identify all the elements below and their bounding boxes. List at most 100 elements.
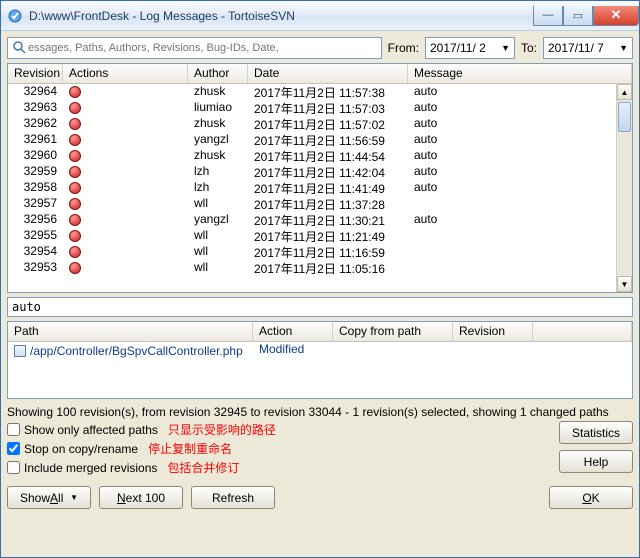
cell-message: auto — [408, 84, 632, 100]
ok-button[interactable]: OK — [549, 486, 633, 509]
to-date-picker[interactable]: 2017/11/ 7 ▼ — [543, 37, 633, 59]
cell-author: liumiao — [188, 100, 248, 116]
cell-revision: 32956 — [8, 212, 63, 228]
cell-actions — [63, 116, 188, 132]
cell-message — [408, 196, 632, 212]
cell-message: auto — [408, 132, 632, 148]
cell-message — [408, 244, 632, 260]
revision-grid-body[interactable]: ▲ ▼ 32964zhusk2017年11月2日 11:57:38auto329… — [8, 84, 632, 292]
table-row[interactable]: 32953 wll2017年11月2日 11:05:16 — [8, 260, 632, 276]
table-row[interactable]: 32959lzh2017年11月2日 11:42:04auto — [8, 164, 632, 180]
cell-author: wll — [188, 260, 248, 276]
annotation-affected: 只显示受影响的路径 — [168, 421, 276, 438]
minimize-button[interactable]: — — [533, 6, 563, 26]
close-button[interactable]: ✕ — [593, 6, 639, 26]
revision-grid: Revision Actions Author Date Message ▲ ▼… — [7, 63, 633, 293]
paths-grid-body[interactable]: /app/Controller/BgSpvCallController.phpM… — [8, 342, 632, 398]
cell-author: yangzl — [188, 132, 248, 148]
table-row[interactable]: 32955wll2017年11月2日 11:21:49 — [8, 228, 632, 244]
cell-revision: 32957 — [8, 196, 63, 212]
table-row[interactable]: 32963liumiao2017年11月2日 11:57:03auto — [8, 100, 632, 116]
cell-date: 2017年11月2日 11:05:16 — [248, 260, 408, 276]
table-row[interactable]: 32954 wll2017年11月2日 11:16:59 — [8, 244, 632, 260]
check-merged[interactable]: Include merged revisions 包括合并修订 — [7, 459, 276, 476]
col-header-path[interactable]: Path — [8, 322, 253, 341]
from-date-picker[interactable]: 2017/11/ 2 ▼ — [425, 37, 515, 59]
cell-path-rev — [453, 342, 533, 360]
revision-grid-header: Revision Actions Author Date Message — [8, 64, 632, 84]
modified-icon — [69, 86, 81, 98]
col-header-action[interactable]: Action — [253, 322, 333, 341]
cell-date: 2017年11月2日 11:16:59 — [248, 244, 408, 260]
filter-bar: From: 2017/11/ 2 ▼ To: 2017/11/ 7 ▼ — [7, 37, 633, 59]
right-button-column: Statistics Help — [559, 421, 633, 473]
cell-date: 2017年11月2日 11:57:38 — [248, 84, 408, 100]
col-header-actions[interactable]: Actions — [63, 64, 188, 83]
search-box[interactable] — [7, 37, 382, 59]
refresh-button[interactable]: Refresh — [191, 486, 275, 509]
col-header-copyfrom[interactable]: Copy from path — [333, 322, 453, 341]
cell-path: /app/Controller/BgSpvCallController.php — [8, 342, 253, 360]
check-affected-label: Show only affected paths — [24, 423, 158, 437]
window-buttons: — ▭ ✕ — [533, 6, 639, 26]
col-header-pathrev[interactable]: Revision — [453, 322, 533, 341]
commit-message[interactable]: auto — [7, 297, 633, 317]
scrollbar-vertical[interactable]: ▲ ▼ — [616, 84, 632, 292]
check-column: Show only affected paths 只显示受影响的路径 Stop … — [7, 421, 276, 476]
scroll-thumb[interactable] — [618, 102, 631, 132]
cell-actions — [63, 196, 188, 212]
cell-revision: 32955 — [8, 228, 63, 244]
statistics-button[interactable]: Statistics — [559, 421, 633, 444]
cell-date: 2017年11月2日 11:21:49 — [248, 228, 408, 244]
chevron-down-icon: ▼ — [501, 43, 510, 53]
cell-actions — [63, 228, 188, 244]
table-row[interactable]: 32958lzh2017年11月2日 11:41:49auto — [8, 180, 632, 196]
cell-actions — [63, 132, 188, 148]
table-row[interactable]: 32961yangzl2017年11月2日 11:56:59auto — [8, 132, 632, 148]
help-button[interactable]: Help — [559, 450, 633, 473]
annotation-merged: 包括合并修订 — [167, 459, 239, 476]
cell-path-action: Modified — [253, 342, 333, 360]
content-area: From: 2017/11/ 2 ▼ To: 2017/11/ 7 ▼ Revi… — [1, 31, 639, 557]
check-merged-label: Include merged revisions — [24, 461, 157, 475]
checkbox-merged[interactable] — [7, 461, 20, 474]
col-header-message[interactable]: Message — [408, 64, 632, 83]
cell-message: auto — [408, 212, 632, 228]
cell-actions — [63, 244, 188, 260]
next-100-button[interactable]: Next 100 — [99, 486, 183, 509]
table-row[interactable]: 32957wll2017年11月2日 11:37:28 — [8, 196, 632, 212]
modified-icon — [69, 198, 81, 210]
search-input[interactable] — [26, 41, 377, 55]
cell-revision: 32953 — [8, 260, 63, 276]
checkbox-stop[interactable] — [7, 442, 20, 455]
maximize-button[interactable]: ▭ — [563, 6, 593, 26]
status-text: Showing 100 revision(s), from revision 3… — [7, 405, 633, 419]
table-row[interactable]: 32964zhusk2017年11月2日 11:57:38auto — [8, 84, 632, 100]
col-header-date[interactable]: Date — [248, 64, 408, 83]
table-row[interactable]: 32956yangzl2017年11月2日 11:30:21auto — [8, 212, 632, 228]
modified-icon — [69, 134, 81, 146]
table-row[interactable]: 32960zhusk2017年11月2日 11:44:54auto — [8, 148, 632, 164]
scroll-up-button[interactable]: ▲ — [617, 84, 632, 100]
scroll-down-button[interactable]: ▼ — [617, 276, 632, 292]
col-header-revision[interactable]: Revision — [8, 64, 63, 83]
app-icon — [7, 8, 23, 24]
cell-message — [408, 260, 632, 276]
col-header-author[interactable]: Author — [188, 64, 248, 83]
cell-author: wll — [188, 244, 248, 260]
cell-copyfrom — [333, 342, 453, 360]
show-all-button[interactable]: Show All ▼ — [7, 486, 91, 509]
modified-icon — [69, 246, 81, 258]
cell-revision: 32962 — [8, 116, 63, 132]
path-row[interactable]: /app/Controller/BgSpvCallController.phpM… — [8, 342, 632, 360]
window-title: D:\www\FrontDesk - Log Messages - Tortoi… — [29, 9, 295, 23]
checkbox-affected[interactable] — [7, 423, 20, 436]
cell-revision: 32954 — [8, 244, 63, 260]
check-stop-label: Stop on copy/rename — [24, 442, 138, 456]
check-stop-on-copy[interactable]: Stop on copy/rename 停止复制重命名 — [7, 440, 276, 457]
cell-author: lzh — [188, 164, 248, 180]
check-affected-paths[interactable]: Show only affected paths 只显示受影响的路径 — [7, 421, 276, 438]
paths-grid: Path Action Copy from path Revision /app… — [7, 321, 633, 399]
table-row[interactable]: 32962zhusk2017年11月2日 11:57:02auto — [8, 116, 632, 132]
cell-date: 2017年11月2日 11:30:21 — [248, 212, 408, 228]
